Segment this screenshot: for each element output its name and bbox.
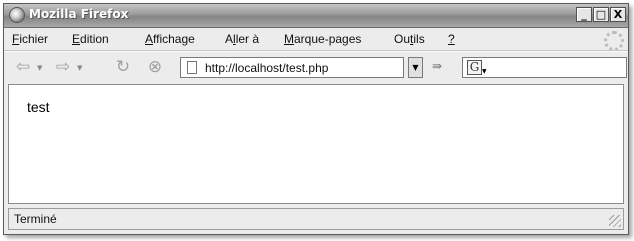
menu-affichage-mnemonic: A	[145, 32, 154, 46]
status-text: Terminé	[14, 212, 57, 226]
menu-marque-pages-mnemonic: M	[284, 32, 294, 46]
url-input[interactable]	[205, 60, 395, 75]
menu-help-mnemonic: ?	[448, 32, 455, 46]
menu-marque-pages[interactable]: Marque-pages	[284, 32, 361, 46]
url-history-dropdown[interactable]: ▼	[408, 57, 423, 78]
menu-aller-a-label-b: ler à	[235, 32, 260, 46]
menu-aller-a[interactable]: Aller à	[225, 32, 259, 46]
address-bar[interactable]	[180, 57, 404, 78]
stop-icon[interactable]: ⊗	[144, 57, 166, 77]
reload-icon[interactable]: ↻	[112, 57, 134, 77]
forward-history-dropdown-icon[interactable]: ▼	[77, 64, 82, 72]
menu-marque-pages-label-b: arque-pages	[294, 32, 362, 46]
title-bar[interactable]: Mozilla Firefox _ □ X	[4, 4, 628, 28]
page-content: test	[8, 84, 624, 204]
page-icon	[187, 61, 197, 74]
status-bar: Terminé	[8, 208, 624, 230]
search-engine-dropdown-icon[interactable]: ▼	[482, 68, 487, 75]
forward-icon[interactable]: ⇨	[52, 57, 74, 77]
resize-grip-icon[interactable]	[609, 215, 621, 227]
menu-fichier-label-b: ichier	[19, 32, 49, 46]
page-text: test	[27, 99, 50, 115]
menu-affichage[interactable]: Affichage	[145, 32, 195, 46]
menu-help[interactable]: ?	[448, 32, 455, 46]
menu-edition-label-b: dition	[80, 32, 109, 46]
menu-aller-a-label-a: A	[225, 32, 234, 46]
menu-edition[interactable]: Edition	[72, 32, 109, 46]
search-box[interactable]: G ▼	[462, 57, 627, 78]
browser-window: Mozilla Firefox _ □ X Fichier Edition Af…	[3, 3, 629, 235]
google-search-icon[interactable]: G	[467, 60, 482, 75]
back-history-dropdown-icon[interactable]: ▼	[37, 64, 42, 72]
menu-outils-label-a: Ou	[394, 32, 411, 46]
menu-bar: Fichier Edition Affichage Aller à Marque…	[4, 28, 628, 51]
menu-outils[interactable]: Outils	[394, 32, 425, 46]
menu-outils-label-b: ils	[413, 32, 425, 46]
firefox-logo-icon	[9, 7, 25, 23]
close-button[interactable]: X	[610, 7, 626, 22]
throbber-icon	[604, 31, 624, 51]
navigation-toolbar: ⇦ ▼ ⇨ ▼ ↻ ⊗ ▼ ⇛ G ▼	[4, 52, 628, 82]
maximize-button[interactable]: □	[593, 7, 609, 22]
back-icon[interactable]: ⇦	[12, 57, 34, 77]
menu-fichier[interactable]: Fichier	[12, 32, 48, 46]
menu-edition-mnemonic: E	[72, 32, 81, 46]
go-icon[interactable]: ⇛	[432, 60, 448, 72]
window-title: Mozilla Firefox	[29, 7, 129, 21]
menu-affichage-label-b: ffichage	[153, 32, 195, 46]
minimize-button[interactable]: _	[576, 7, 592, 22]
